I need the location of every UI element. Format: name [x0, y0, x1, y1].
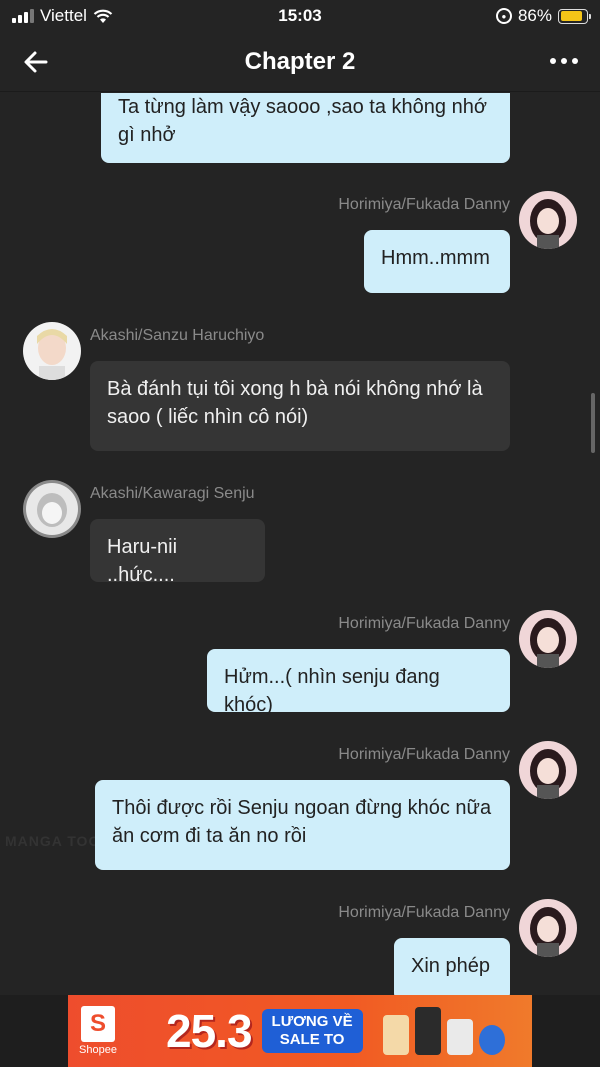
- carrier-info: Viettel: [12, 6, 113, 26]
- avatar[interactable]: [519, 741, 577, 799]
- ad-tag: LƯƠNG VỀ SALE TO: [261, 1009, 363, 1053]
- battery-icon: [558, 8, 591, 24]
- ad-banner[interactable]: S Shopee 25.3 LƯƠNG VỀ SALE TO: [68, 995, 532, 1067]
- ad-tag-line1: LƯƠNG VỀ: [271, 1013, 353, 1030]
- message-bubble: Hửm...( nhìn senju đang khóc): [207, 649, 510, 716]
- product-image: [478, 1025, 505, 1055]
- ad-products: [382, 1007, 505, 1055]
- nav-bar: Chapter 2: [0, 32, 600, 92]
- status-bar: Viettel 15:03 ● 86%: [0, 0, 600, 32]
- avatar[interactable]: [23, 322, 81, 380]
- message-bubble: Xin phép: [394, 938, 510, 995]
- ad-brand: Shopee: [79, 1044, 117, 1056]
- sender-name: Horimiya/Fukada Danny: [338, 615, 510, 632]
- product-image: [414, 1007, 441, 1055]
- avatar[interactable]: [519, 899, 577, 957]
- message-bubble: Hmm..mmm: [364, 230, 510, 293]
- sender-name: Akashi/Kawaragi Senju: [90, 485, 255, 502]
- ad-headline: 25.3: [166, 1005, 253, 1057]
- battery-level: [560, 11, 582, 21]
- avatar[interactable]: [519, 191, 577, 249]
- message-bubble: Ta từng làm vậy saooo ,sao ta không nhớ …: [101, 93, 510, 163]
- page-title: Chapter 2: [244, 47, 356, 75]
- shopee-bag-icon: S: [81, 1006, 115, 1042]
- sender-name: Akashi/Sanzu Haruchiyo: [90, 327, 265, 344]
- rotation-lock-icon: ●: [495, 8, 512, 24]
- avatar[interactable]: [519, 610, 577, 668]
- ad-banner-container: S Shopee 25.3 LƯƠNG VỀ SALE TO: [0, 995, 600, 1067]
- chat-thread[interactable]: Ta từng làm vậy saooo ,sao ta không nhớ …: [0, 93, 600, 995]
- battery-info: ● 86%: [495, 6, 591, 26]
- arrow-left-icon[interactable]: [20, 46, 52, 78]
- more-dots-icon[interactable]: [550, 58, 578, 64]
- sender-name: Horimiya/Fukada Danny: [338, 196, 510, 213]
- message-bubble: Bà đánh tụi tôi xong h bà nói không nhớ …: [90, 361, 510, 451]
- avatar[interactable]: [23, 480, 81, 538]
- sender-name: Horimiya/Fukada Danny: [338, 904, 510, 921]
- battery-percent: 86%: [517, 6, 552, 25]
- wifi-icon: [93, 9, 113, 23]
- shopee-logo: S Shopee: [68, 995, 128, 1067]
- scrollbar-thumb[interactable]: [591, 393, 595, 453]
- message-bubble: Haru-nii ..hức....: [90, 519, 265, 586]
- carrier-name: Viettel: [40, 6, 87, 25]
- signal-icon: [12, 9, 34, 23]
- product-image: [446, 1019, 473, 1055]
- sender-name: Horimiya/Fukada Danny: [338, 746, 510, 763]
- message-bubble: Thôi được rồi Senju ngoan đừng khóc nữa …: [95, 780, 510, 870]
- ad-tag-line2: SALE TO: [279, 1031, 345, 1048]
- product-image: [382, 1015, 409, 1055]
